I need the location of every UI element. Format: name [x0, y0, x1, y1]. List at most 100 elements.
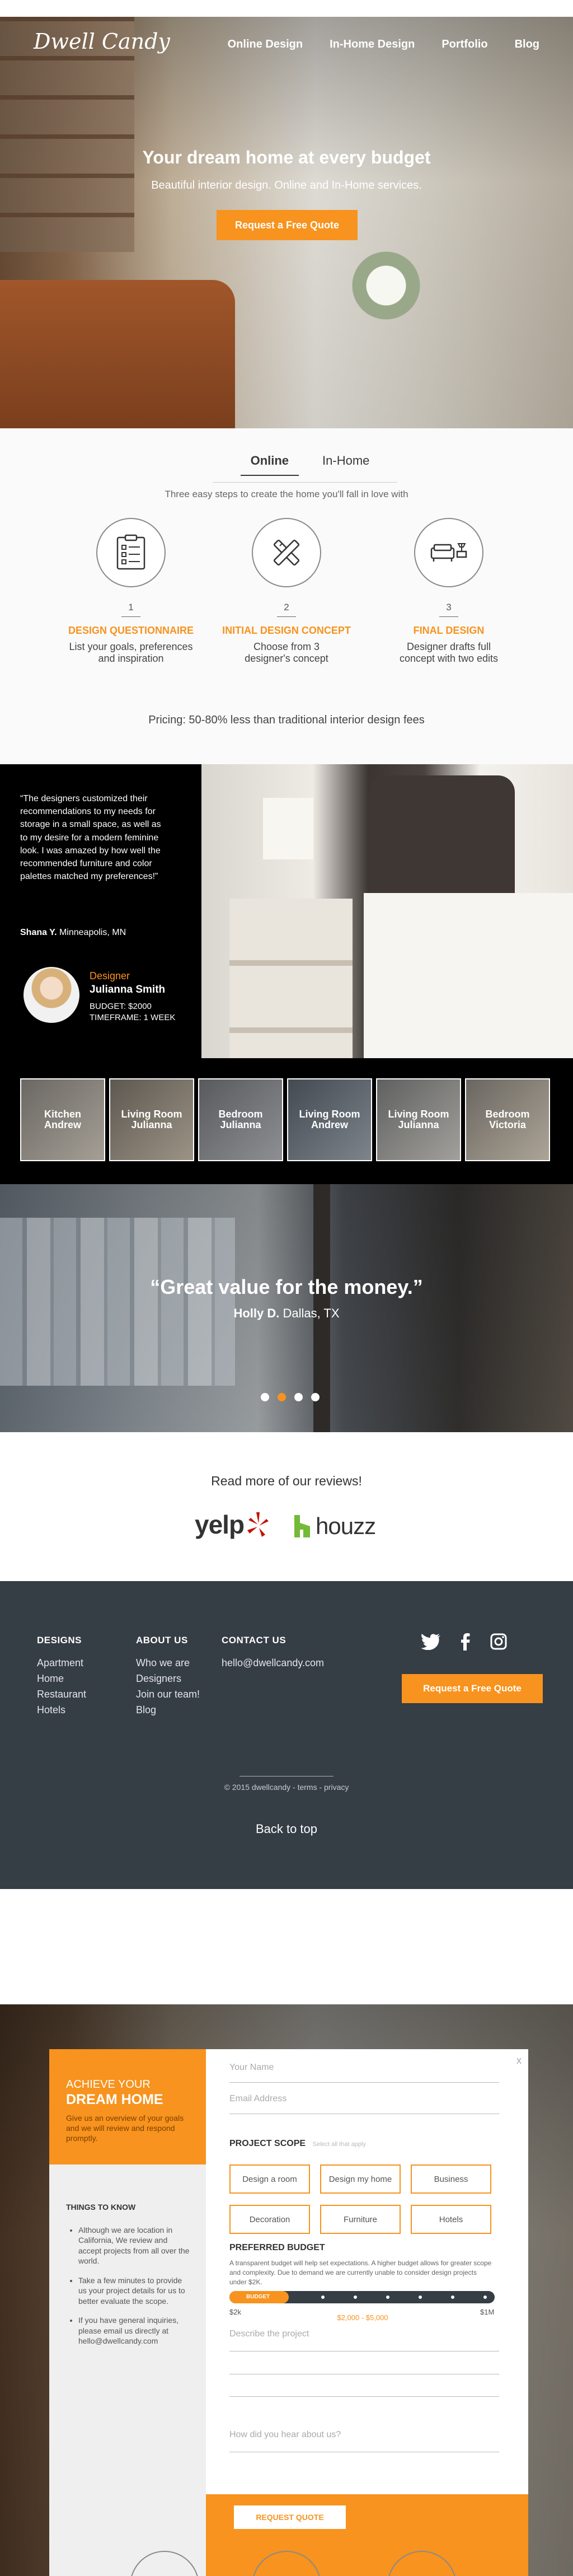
describe-field[interactable]: Describe the project [229, 2329, 499, 2351]
modal-intro: Give us an overview of your goals and we… [66, 2114, 184, 2143]
portfolio-thumb[interactable]: Living Room Andrew [287, 1078, 372, 1161]
banner-author-name: Holly D. [233, 1306, 280, 1320]
instagram-icon[interactable] [490, 1633, 507, 1650]
modal-heading-small: ACHIEVE YOUR [66, 2078, 151, 2091]
step-title: FINAL DESIGN [413, 625, 485, 636]
carousel-dot[interactable] [261, 1393, 269, 1401]
hero-title: Your dream home at every budget [142, 147, 431, 167]
step-divider [439, 616, 458, 617]
modal-heading-big: DREAM HOME [66, 2092, 163, 2107]
name-field[interactable]: Your Name [229, 2063, 499, 2083]
testimonial-section: “The designers customized their recommen… [0, 764, 573, 1058]
houzz-logo[interactable]: houzz [293, 1513, 376, 1540]
step-divider [277, 616, 296, 617]
thumb-room: Bedroom [485, 1109, 530, 1120]
carousel-dot-active[interactable] [278, 1393, 286, 1401]
lamp-image [263, 798, 313, 859]
portfolio-thumb[interactable]: Bedroom Julianna [198, 1078, 283, 1161]
tab-in-home[interactable]: In-Home [322, 454, 369, 476]
tabs-divider [213, 482, 397, 483]
thumb-room: Living Room [299, 1109, 360, 1120]
slider-tick [354, 2296, 357, 2299]
budget-slider[interactable]: BUDGET [229, 2291, 495, 2303]
footer-request-quote-button[interactable]: Request a Free Quote [402, 1674, 543, 1703]
step-3: 3 FINAL DESIGN Designer drafts full conc… [376, 518, 522, 665]
quote-banner: “Great value for the money.” Holly D. Da… [0, 1184, 573, 1432]
things-item: Take a few minutes to provide us your pr… [78, 2275, 190, 2306]
modal-close-icon[interactable]: x [516, 2055, 522, 2067]
footer-link[interactable]: Who we are [136, 1657, 200, 1669]
footer-link[interactable]: Blog [136, 1704, 200, 1716]
scope-option[interactable]: Furniture [320, 2205, 401, 2234]
footer-link[interactable]: Hotels [37, 1704, 86, 1716]
nav-online-design[interactable]: Online Design [228, 38, 303, 51]
social-links [421, 1633, 507, 1651]
slider-tick [386, 2296, 389, 2299]
tools-icon [252, 518, 321, 587]
back-to-top-link[interactable]: Back to top [0, 1822, 573, 1836]
sofa-icon [414, 518, 483, 587]
bed-image [364, 893, 573, 1058]
hear-placeholder: How did you hear about us? [229, 2430, 341, 2439]
tab-online[interactable]: Online [240, 454, 299, 476]
footer-link[interactable]: Join our team! [136, 1689, 200, 1700]
bedroom-photo [201, 764, 573, 1058]
footer-col-contact: CONTACT US hello@dwellcandy.com [222, 1635, 324, 1673]
thumb-designer: Andrew [311, 1119, 348, 1130]
thumb-designer: Julianna [398, 1119, 439, 1130]
scope-option[interactable]: Decoration [229, 2205, 310, 2234]
carousel-dot[interactable] [311, 1393, 320, 1401]
step-1: 1 DESIGN QUESTIONNAIRE List your goals, … [58, 518, 204, 665]
step-number: 2 [284, 602, 289, 613]
footer: DESIGNS Apartment Home Restaurant Hotels… [0, 1581, 573, 1889]
step-number: 3 [446, 602, 452, 613]
banner-quote: “Great value for the money.” [150, 1275, 423, 1298]
portfolio-thumb[interactable]: Living Room Julianna [376, 1078, 461, 1161]
things-title: THINGS TO KNOW [66, 2203, 136, 2212]
nav-in-home-design[interactable]: In-Home Design [330, 38, 415, 51]
portfolio-thumb[interactable]: Kitchen Andrew [20, 1078, 105, 1161]
footer-link[interactable]: Restaurant [37, 1689, 86, 1700]
scope-option[interactable]: Business [411, 2164, 491, 2194]
sofa-image [0, 280, 235, 428]
carousel-dot[interactable] [294, 1393, 303, 1401]
portfolio-thumb[interactable]: Living Room Julianna [109, 1078, 194, 1161]
facebook-icon[interactable] [461, 1633, 470, 1651]
nightstand-image [229, 899, 353, 1058]
reviews-section: Read more of our reviews! yelp houzz [0, 1432, 573, 1581]
email-field[interactable]: Email Address [229, 2094, 499, 2114]
step-title: INITIAL DESIGN CONCEPT [222, 625, 351, 636]
hero-request-quote-button[interactable]: Request a Free Quote [217, 210, 358, 240]
scope-option[interactable]: Design my home [320, 2164, 401, 2194]
footer-email-link[interactable]: hello@dwellcandy.com [222, 1657, 324, 1669]
thumb-room: Living Room [388, 1109, 449, 1120]
scope-option[interactable]: Design a room [229, 2164, 310, 2194]
scope-title: PROJECT SCOPE Select all that apply [229, 2139, 366, 2149]
hero-subtitle: Beautiful interior design. Online and In… [151, 179, 422, 191]
logo[interactable]: Dwell Candy [34, 29, 170, 54]
scope-option[interactable]: Hotels [411, 2205, 491, 2234]
service-tabs: Online In-Home [213, 454, 397, 476]
hear-field[interactable]: How did you hear about us? [229, 2430, 499, 2452]
yelp-logo[interactable]: yelp [195, 1509, 270, 1540]
request-quote-submit-button[interactable]: REQUEST QUOTE [234, 2505, 346, 2529]
budget-title: PREFERRED BUDGET [229, 2243, 325, 2252]
step-description: Designer drafts full concept with two ed… [399, 641, 499, 664]
footer-link[interactable]: Home [37, 1673, 86, 1685]
nav-blog[interactable]: Blog [515, 38, 539, 51]
portfolio-thumb[interactable]: Bedroom Victoria [465, 1078, 550, 1161]
nav-portfolio[interactable]: Portfolio [442, 38, 487, 51]
slider-tick [483, 2296, 487, 2299]
slider-tick [451, 2296, 454, 2299]
footer-link[interactable]: Apartment [37, 1657, 86, 1669]
pricing-note: Pricing: 50-80% less than traditional in… [148, 714, 425, 726]
twitter-icon[interactable] [421, 1633, 441, 1650]
clipboard-icon [96, 518, 166, 587]
footer-col-title: DESIGNS [37, 1635, 82, 1645]
things-item: Although we are location in California, … [78, 2225, 190, 2266]
footer-link[interactable]: Designers [136, 1673, 200, 1685]
thumb-designer: Julianna [220, 1119, 261, 1130]
main-nav: Online Design In-Home Design Portfolio B… [228, 38, 539, 51]
describe-line [229, 2396, 499, 2397]
yelp-text: yelp [195, 1510, 245, 1539]
